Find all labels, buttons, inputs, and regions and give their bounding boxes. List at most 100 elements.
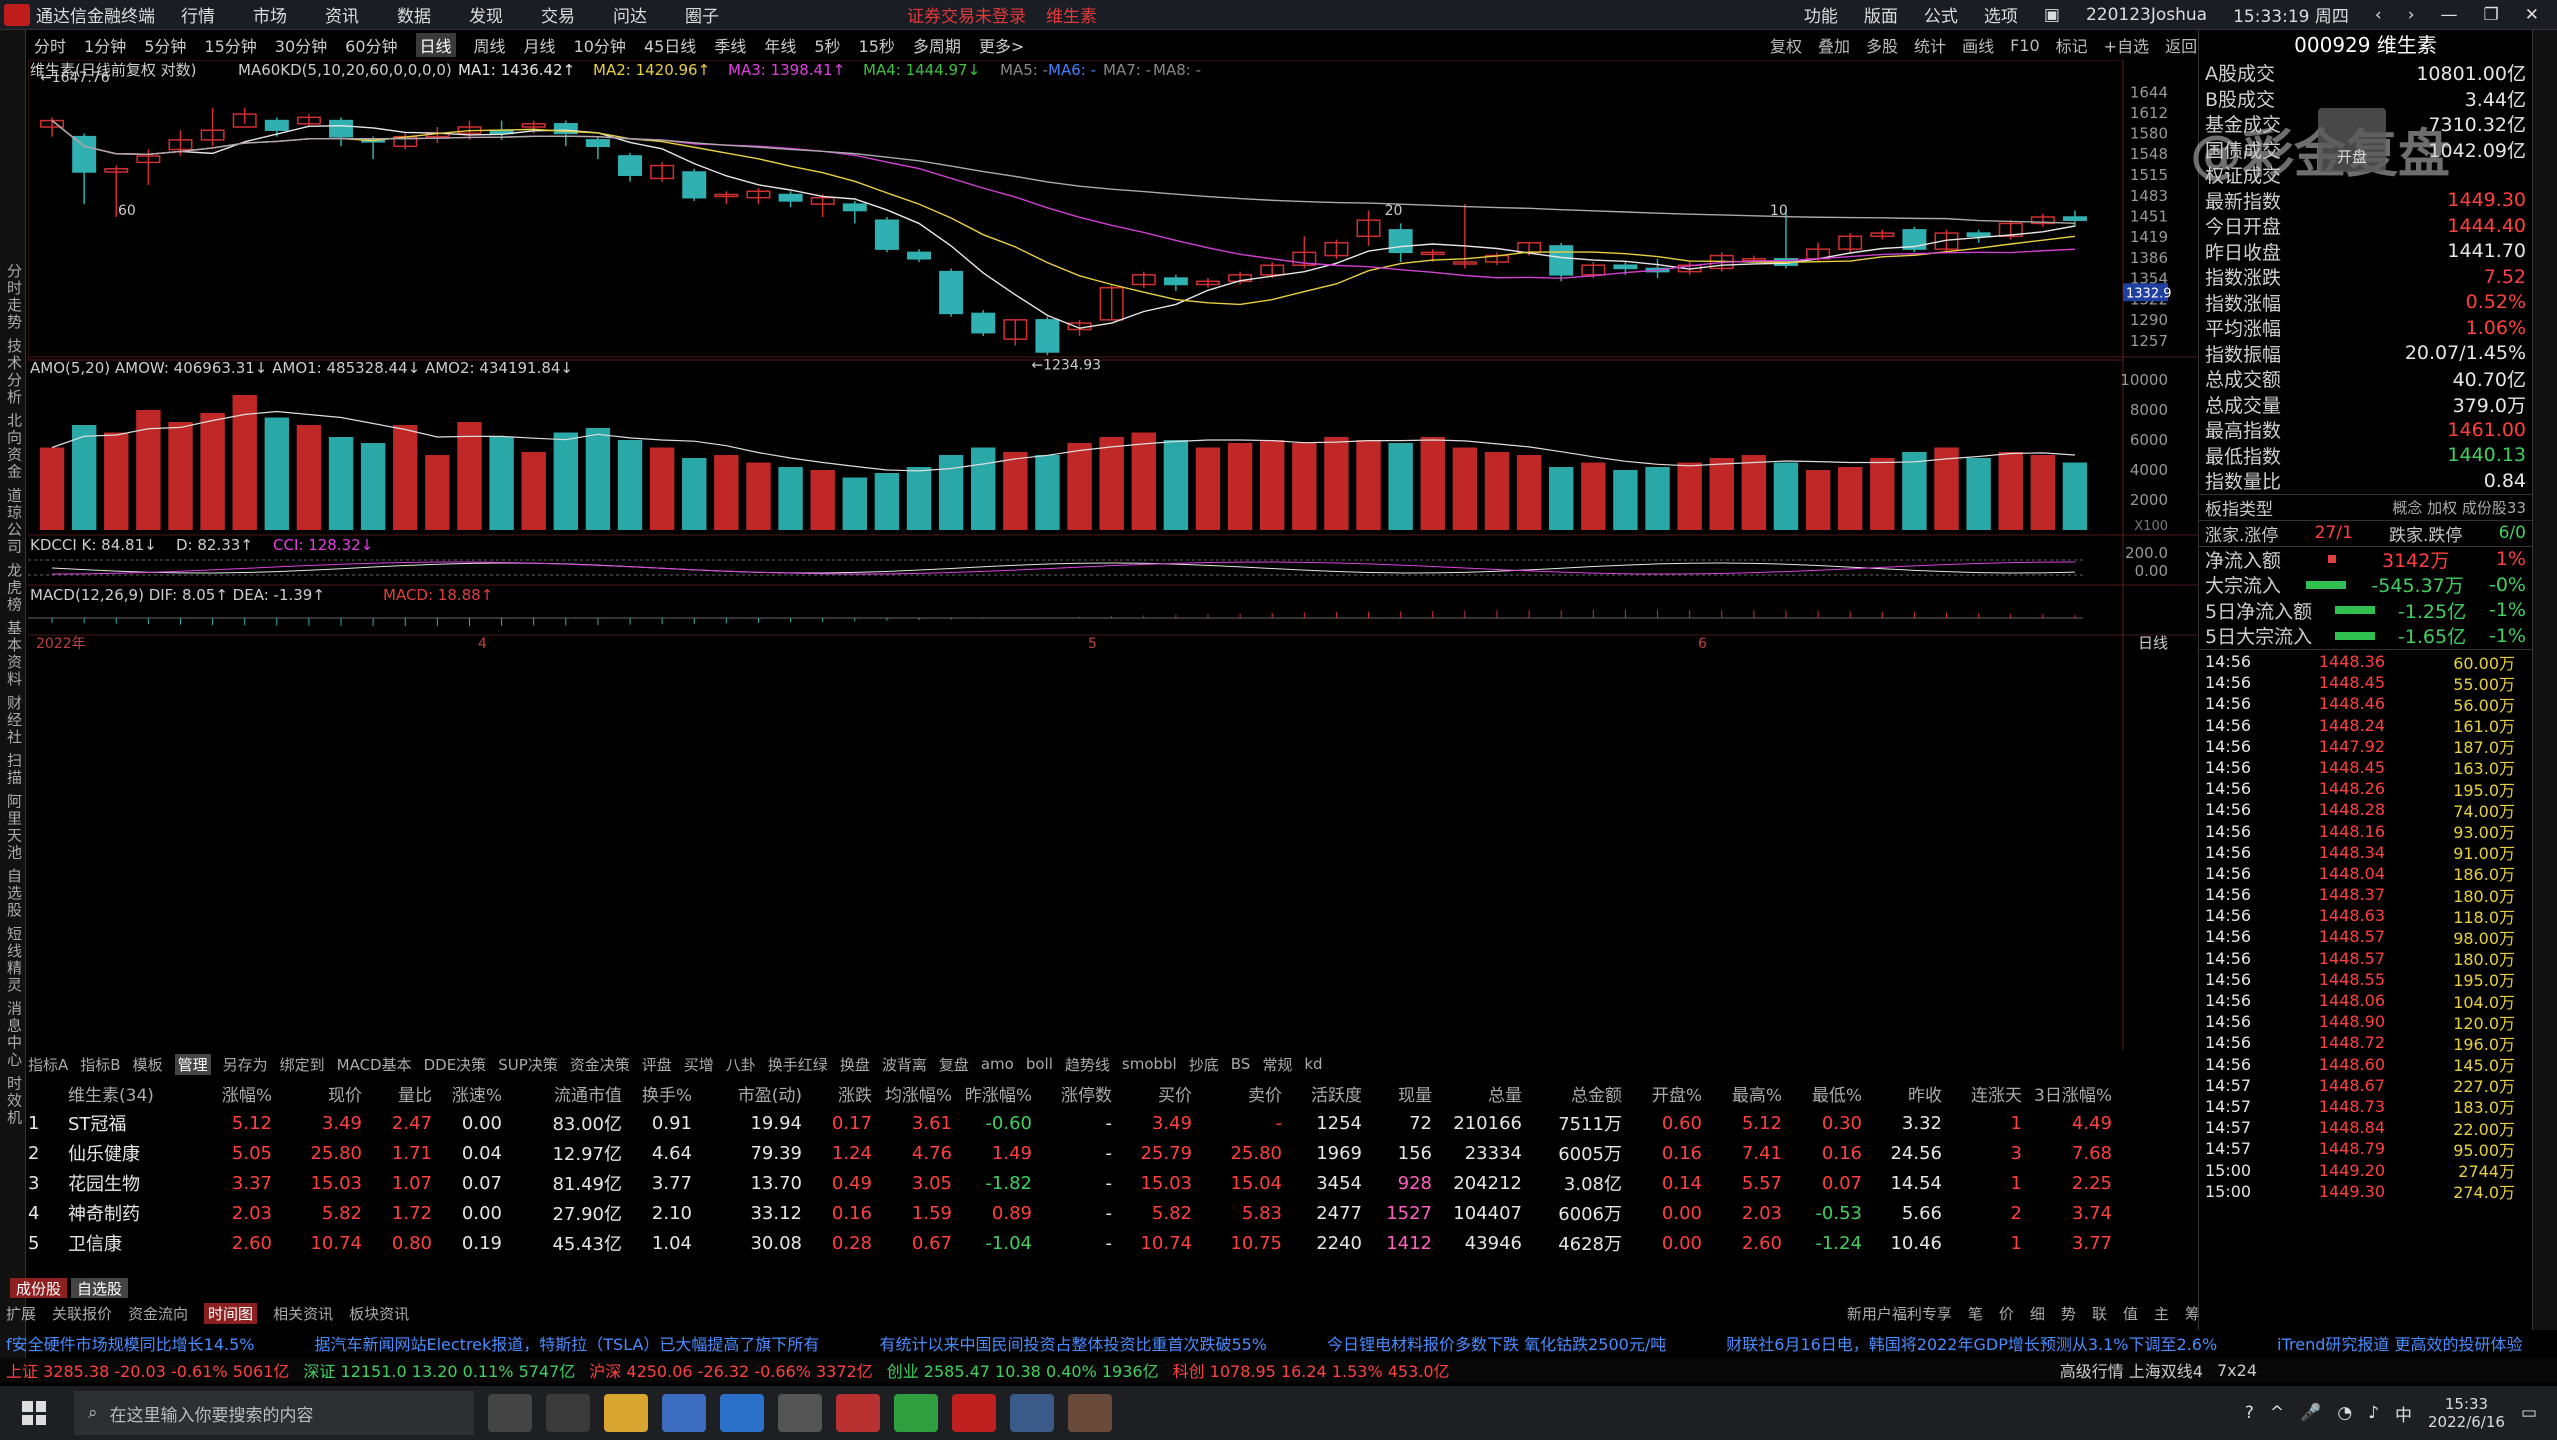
quote-server[interactable]: 高级行情 上海双线4	[2060, 1358, 2203, 1382]
volume-icon[interactable]: ♪	[2368, 1403, 2379, 1423]
indicator-tab-23[interactable]: 常规	[1262, 1054, 1292, 1075]
column-header[interactable]: 维生素(34)	[68, 1081, 188, 1106]
chart-tool-8[interactable]: 返回	[2165, 33, 2197, 57]
column-header[interactable]: 现价	[278, 1081, 368, 1106]
news-item[interactable]: f安全硬件市场规模同比增长14.5%	[6, 1331, 254, 1355]
index-sz[interactable]: 深证 12151.0 13.20 0.11% 5747亿	[303, 1358, 575, 1382]
indicator-tab-0[interactable]: 指标A	[28, 1054, 68, 1075]
menu-options[interactable]: 选项	[1984, 2, 2018, 27]
column-header[interactable]: 开盘%	[1628, 1081, 1708, 1106]
mail-icon[interactable]	[720, 1394, 764, 1432]
indicator-tab-13[interactable]: 换手红绿	[768, 1054, 828, 1075]
table-row[interactable]: 3 花园生物 3.37 15.03 1.07 0.07 81.49亿 3.77 13.70 0.4…	[28, 1168, 2198, 1198]
indicator-tab-5[interactable]: 绑定到	[280, 1054, 325, 1075]
period-1[interactable]: 1分钟	[84, 33, 126, 57]
period-7[interactable]: 周线	[474, 33, 506, 57]
indicator-tab-8[interactable]: SUP决策	[498, 1054, 558, 1075]
menu-item-discover[interactable]: 发现	[469, 2, 503, 27]
indicator-tab-3[interactable]: 管理	[174, 1053, 211, 1075]
indicator-tab-18[interactable]: boll	[1026, 1055, 1053, 1073]
watermark-open-button[interactable]: 开盘	[2318, 108, 2386, 172]
period-12[interactable]: 年线	[764, 33, 796, 57]
bottom-tab-1[interactable]: 关联报价	[52, 1303, 112, 1324]
menu-item-trade[interactable]: 交易	[541, 2, 575, 27]
indicator-tab-22[interactable]: BS	[1231, 1055, 1251, 1073]
ime-indicator[interactable]: 中	[2395, 1401, 2412, 1426]
menu-item-ask[interactable]: 问达	[613, 2, 647, 27]
chart-tool-5[interactable]: F10	[2010, 36, 2040, 55]
tdx-app-icon[interactable]	[952, 1394, 996, 1432]
column-header[interactable]: 买价	[1118, 1081, 1198, 1106]
news-item[interactable]: 今日锂电材料报价多数下跌 氧化钴跌2500元/吨	[1327, 1331, 1666, 1355]
column-header[interactable]: 均涨幅%	[878, 1081, 958, 1106]
column-header[interactable]: 涨停数	[1038, 1081, 1118, 1106]
menu-function[interactable]: 功能	[1804, 2, 1838, 27]
task-view-icon[interactable]	[546, 1394, 590, 1432]
index-type-value[interactable]: 概念 加权 成份股33	[2392, 497, 2526, 518]
menu-item-data[interactable]: 数据	[397, 2, 431, 27]
bottom-tab-2[interactable]: 资金流向	[128, 1303, 188, 1324]
column-header[interactable]: 总金额	[1528, 1081, 1628, 1106]
bottom-right-tab-4[interactable]: 势	[2061, 1303, 2076, 1324]
network-icon[interactable]: ◔	[2337, 1403, 2352, 1423]
bottom-tab-0[interactable]: 扩展	[6, 1303, 36, 1324]
indicator-tab-7[interactable]: DDE决策	[424, 1054, 487, 1075]
chart-tool-0[interactable]: 复权	[1770, 33, 1802, 57]
left-function-strip[interactable]: 分时走势 技术分析 北向资金 道琼公司 龙虎榜 基本资料 财经社 扫描 阿里天池…	[0, 30, 26, 1360]
indicator-tab-9[interactable]: 资金决策	[570, 1054, 630, 1075]
period-8[interactable]: 月线	[524, 33, 556, 57]
menu-item-circle[interactable]: 圈子	[685, 2, 719, 27]
bottom-right-tab-3[interactable]: 细	[2030, 1303, 2045, 1324]
period-15[interactable]: 多周期	[913, 33, 961, 57]
right-toolstrip[interactable]	[2532, 30, 2557, 1330]
taskbar-clock[interactable]: 15:33 2022/6/16	[2428, 1395, 2505, 1431]
column-header[interactable]: 连涨天	[1948, 1081, 2028, 1106]
column-header[interactable]: 总量	[1438, 1081, 1528, 1106]
taskbar-search[interactable]: ⌕ 在这里输入你要搜索的内容	[74, 1391, 474, 1435]
file-explorer-icon[interactable]	[604, 1394, 648, 1432]
menu-item-news[interactable]: 资讯	[325, 2, 359, 27]
column-header[interactable]: 换手%	[628, 1081, 698, 1106]
chart-tool-7[interactable]: +自选	[2104, 33, 2149, 57]
column-header[interactable]: 昨涨幅%	[958, 1081, 1038, 1106]
index-cy[interactable]: 创业 2585.47 10.38 0.40% 1936亿	[887, 1358, 1159, 1382]
column-header[interactable]: 市盈(动)	[698, 1081, 808, 1106]
tab-constituents[interactable]: 成份股	[10, 1278, 68, 1298]
mic-icon[interactable]: 🎤	[2300, 1403, 2321, 1423]
period-11[interactable]: 季线	[714, 33, 746, 57]
news-item[interactable]: 财联社6月16日电，韩国将2022年GDP增长预测从3.1%下调至2.6%	[1726, 1331, 2217, 1355]
indicator-tab-11[interactable]: 买增	[684, 1054, 714, 1075]
period-3[interactable]: 15分钟	[204, 33, 256, 57]
chart-tool-6[interactable]: 标记	[2056, 33, 2088, 57]
forward-icon[interactable]: ›	[2408, 5, 2415, 25]
bottom-tab-4[interactable]: 相关资讯	[273, 1303, 333, 1324]
index-kc[interactable]: 科创 1078.95 16.24 1.53% 453.0亿	[1173, 1358, 1450, 1382]
tab-watchlist[interactable]: 自选股	[71, 1278, 129, 1298]
column-header[interactable]: 涨跌	[808, 1081, 878, 1106]
news-item[interactable]: 有统计以来中国民间投资占整体投资比重首次跌破55%	[879, 1331, 1267, 1355]
bottom-right-tab-7[interactable]: 主	[2154, 1303, 2169, 1324]
user-name[interactable]: 220123Joshua	[2086, 5, 2207, 25]
column-header[interactable]: 现量	[1368, 1081, 1438, 1106]
menu-layout[interactable]: 版面	[1864, 2, 1898, 27]
chart-tool-2[interactable]: 多股	[1866, 33, 1898, 57]
column-header[interactable]: 量比	[368, 1081, 438, 1106]
indicator-tab-6[interactable]: MACD基本	[337, 1054, 412, 1075]
column-header[interactable]: 流通市值	[508, 1081, 628, 1106]
cortana-icon[interactable]	[488, 1394, 532, 1432]
table-row[interactable]: 1 ST冠福 5.12 3.49 2.47 0.00 83.00亿 0.91 19.94 0.17…	[28, 1108, 2198, 1138]
windows-start-icon[interactable]	[14, 1393, 54, 1433]
period-4[interactable]: 30分钟	[275, 33, 327, 57]
bottom-right-tab-6[interactable]: 值	[2123, 1303, 2138, 1324]
back-icon[interactable]: ‹	[2375, 5, 2382, 25]
chart-tool-4[interactable]: 画线	[1962, 33, 1994, 57]
column-header[interactable]: 最高%	[1708, 1081, 1788, 1106]
download-icon[interactable]	[1010, 1394, 1054, 1432]
indicator-tab-24[interactable]: kd	[1304, 1055, 1322, 1073]
bottom-tab-3[interactable]: 时间图	[204, 1302, 258, 1324]
bottom-right-tab-2[interactable]: 价	[1999, 1303, 2014, 1324]
column-header[interactable]: 卖价	[1198, 1081, 1288, 1106]
close-icon[interactable]: ✕	[2525, 5, 2539, 25]
login-warning[interactable]: 证券交易未登录	[907, 2, 1026, 27]
minimize-icon[interactable]: —	[2441, 5, 2458, 25]
